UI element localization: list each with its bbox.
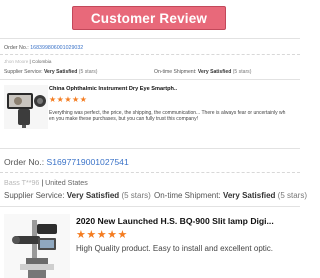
ophthalmic-device-image	[4, 85, 48, 129]
buyer-info: Bass T**96 | United States	[4, 179, 88, 187]
review-text: High Quality product. Easy to install an…	[76, 244, 273, 253]
buyer-name: Jhon Moore	[4, 59, 29, 64]
order-number-link[interactable]: 168399806001029032	[30, 45, 83, 51]
divider	[0, 172, 300, 173]
order-label: Order No.:	[4, 157, 45, 167]
product-image[interactable]	[4, 214, 70, 278]
shipment-rating: Very Satisfied	[197, 69, 232, 75]
divider	[0, 206, 300, 207]
divider	[0, 54, 300, 55]
divider	[0, 79, 300, 80]
product-image[interactable]	[4, 85, 48, 129]
supplier-service-stars: (5 stars)	[121, 191, 151, 200]
divider	[0, 38, 300, 39]
customer-review-banner: Customer Review	[72, 6, 226, 30]
star-rating: ★★★★★	[49, 95, 88, 104]
divider	[0, 148, 300, 149]
shipment-stars: (5 stars)	[232, 69, 252, 75]
buyer-country: Colombia	[32, 59, 52, 64]
supplier-service-stars: (5 stars)	[78, 69, 98, 75]
supplier-service-rating: Very Satisfied	[43, 69, 78, 75]
product-title-link[interactable]: China Ophthalmic Instrument Dry Eye Smar…	[49, 86, 177, 92]
order-number-link[interactable]: S1697719001027541	[47, 157, 129, 167]
rating-row: Supplier Service: Very Satisfied (5 star…	[4, 69, 251, 75]
shipment-label: On-time Shipment:	[154, 69, 197, 75]
order-line: Order No.: 168399806001029032	[4, 45, 83, 51]
review-text: Everything was perfect, the price, the s…	[49, 110, 285, 122]
review-text-line: en you make these purchases, but you can…	[49, 116, 198, 122]
shipment-label: On-time Shipment:	[154, 191, 221, 200]
order-label: Order No.:	[4, 45, 29, 51]
supplier-service-rating: Very Satisfied	[66, 191, 120, 200]
buyer-info: Jhon Moore | Colombia	[4, 59, 52, 64]
shipment-stars: (5 stars)	[277, 191, 307, 200]
buyer-name: Bass T**96	[4, 179, 40, 187]
shipment-rating-group: On-time Shipment: Very Satisfied (5 star…	[154, 191, 307, 200]
page-title: Customer Review	[90, 10, 208, 26]
rating-row: Supplier Service: Very Satisfied (5 star…	[4, 191, 307, 200]
order-line: Order No.: S1697719001027541	[4, 157, 129, 167]
shipment-rating-group: On-time Shipment: Very Satisfied (5 star…	[154, 69, 251, 75]
shipment-rating: Very Satisfied	[222, 191, 276, 200]
supplier-service-label: Supplier Service:	[4, 69, 43, 75]
product-title-link[interactable]: 2020 New Launched H.S. BQ-900 Slit lamp …	[76, 216, 274, 226]
star-rating: ★★★★★	[76, 229, 128, 241]
buyer-country: United States	[45, 179, 88, 187]
slit-lamp-image	[4, 214, 70, 278]
supplier-service-label: Supplier Service:	[4, 191, 65, 200]
